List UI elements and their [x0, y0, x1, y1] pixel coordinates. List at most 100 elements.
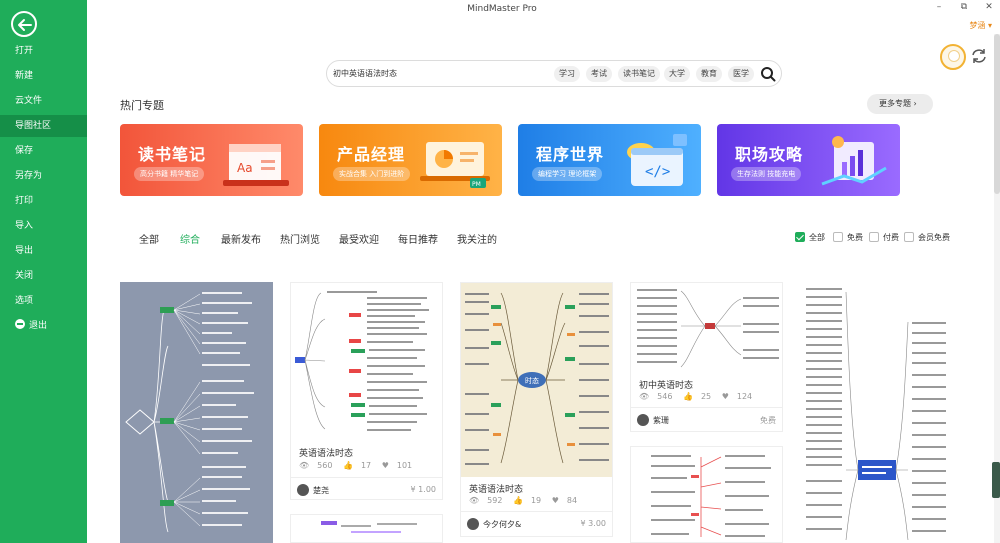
mindmap-thumbnail: [637, 289, 779, 368]
arrow-left-icon: [18, 19, 32, 31]
favs-count: 124: [736, 392, 753, 401]
card-author[interactable]: 楚尧: [297, 484, 329, 496]
mindmap-card[interactable]: 时态 英语语法时态 👁 592 👍 19 ♥ 84 今夕何夕& ¥ 3.00: [460, 282, 613, 537]
favs-count: 84: [566, 496, 578, 505]
card-stats: 👁 592 👍 19 ♥ 84: [469, 496, 585, 505]
filter-free-checkbox[interactable]: 免费: [833, 232, 863, 243]
minimize-button[interactable]: –: [932, 2, 946, 12]
sidebar-item-import[interactable]: 导入: [0, 215, 87, 237]
search-box[interactable]: 初中英语语法时态 学习 考试 读书笔记 大学 教育 医学: [326, 60, 782, 87]
search-icon[interactable]: [760, 66, 776, 82]
chevron-right-icon: ›: [913, 99, 917, 108]
heart-icon: ♥: [381, 461, 389, 470]
mindmap-thumbnail: [321, 521, 417, 533]
mindmap-card[interactable]: [120, 282, 273, 543]
mindmap-card[interactable]: [290, 514, 443, 543]
author-name: 今夕何夕&: [483, 520, 522, 529]
sidebar-item-save[interactable]: 保存: [0, 140, 87, 162]
card-price: 免费: [760, 416, 776, 425]
tab-comprehensive[interactable]: 综合: [180, 231, 200, 246]
close-button[interactable]: ✕: [982, 2, 996, 12]
search-tag[interactable]: 教育: [696, 66, 722, 82]
exit-icon: [15, 319, 25, 329]
tab-daily-pick[interactable]: 每日推荐: [398, 231, 438, 246]
mindmap-thumbnail: [806, 288, 946, 541]
filter-member-free-checkbox[interactable]: 会员免费: [904, 232, 950, 243]
views-count: 560: [317, 461, 333, 470]
banner-product-manager[interactable]: 产品经理 实战合集 入门到进阶 PM: [319, 124, 502, 196]
search-input[interactable]: 初中英语语法时态: [333, 68, 397, 79]
card-divider: [461, 511, 612, 512]
sidebar-item-community[interactable]: 导图社区: [0, 115, 87, 137]
mindmap-card[interactable]: [630, 446, 783, 543]
banner-career[interactable]: 职场攻略 生存法则 技能充电: [717, 124, 900, 196]
search-tag[interactable]: 读书笔记: [618, 66, 660, 82]
more-topics-label: 更多专题: [879, 99, 911, 108]
banner-title: 产品经理: [337, 145, 406, 164]
center-node-text: 时态: [525, 376, 539, 385]
views-icon: 👁: [299, 461, 310, 470]
search-tag[interactable]: 大学: [664, 66, 690, 82]
svg-text:</>: </>: [645, 164, 670, 180]
banner-title: 程序世界: [536, 145, 605, 164]
search-tag[interactable]: 医学: [728, 66, 754, 82]
sidebar-item-export[interactable]: 导出: [0, 240, 87, 262]
window-title: MindMaster Pro: [467, 4, 537, 14]
views-count: 592: [487, 496, 503, 505]
checkbox[interactable]: [869, 232, 879, 242]
author-avatar: [637, 414, 649, 426]
banner-reading-notes[interactable]: 读书笔记 高分书籍 精华笔记 Aa: [120, 124, 303, 196]
sidebar-item-cloud[interactable]: 云文件: [0, 90, 87, 112]
search-tag[interactable]: 考试: [586, 66, 612, 82]
app-window: 打开 新建 云文件 导图社区 保存 另存为 打印 导入 导出 关闭 选项 退出 …: [0, 0, 1000, 543]
card-author[interactable]: 今夕何夕&: [467, 518, 521, 530]
tab-latest[interactable]: 最新发布: [221, 231, 261, 246]
more-topics-button[interactable]: 更多专题 ›: [867, 94, 933, 114]
likes-count: 17: [360, 461, 372, 470]
side-widget[interactable]: [992, 462, 1000, 498]
card-price: ¥ 1.00: [410, 485, 436, 494]
refresh-icon[interactable]: [970, 47, 988, 65]
sidebar-item-save-as[interactable]: 另存为: [0, 165, 87, 187]
banner-subtitle: 生存法则 技能充电: [731, 167, 802, 181]
back-button[interactable]: [11, 11, 37, 37]
sidebar-item-print[interactable]: 打印: [0, 190, 87, 212]
author-avatar: [467, 518, 479, 530]
tab-following[interactable]: 我关注的: [457, 231, 497, 246]
favs-count: 101: [396, 461, 413, 470]
mindmap-card[interactable]: 英语语法时态 👁 560 👍 17 ♥ 101 楚尧 ¥ 1.00: [290, 282, 443, 500]
card-stats: 👁 546 👍 25 ♥ 124: [639, 392, 760, 401]
restore-button[interactable]: ⧉: [957, 2, 971, 12]
laptop-illustration-icon: PM: [420, 142, 490, 188]
card-author[interactable]: 紫珊: [637, 414, 669, 426]
sidebar-item-options[interactable]: 选项: [0, 290, 87, 312]
sidebar-item-exit[interactable]: 退出: [0, 315, 87, 337]
card-title: 英语语法时态: [469, 485, 524, 495]
filter-all-checkbox[interactable]: 全部: [795, 232, 825, 243]
scroll-thumb[interactable]: [994, 34, 1000, 194]
mindmap-card[interactable]: [800, 282, 950, 543]
card-title: 初中英语时态: [639, 381, 694, 391]
user-menu[interactable]: 梦涵 ▾: [969, 20, 992, 31]
checkbox-checked[interactable]: [795, 232, 805, 242]
checkbox-label: 会员免费: [918, 233, 950, 242]
tab-all[interactable]: 全部: [139, 231, 159, 246]
sidebar-item-open[interactable]: 打开: [0, 40, 87, 62]
heart-icon: ♥: [721, 392, 729, 401]
author-name: 楚尧: [313, 486, 329, 495]
book-illustration-icon: Aa: [223, 144, 289, 186]
search-tag[interactable]: 学习: [554, 66, 580, 82]
checkbox[interactable]: [833, 232, 843, 242]
section-title: 热门专题: [120, 99, 164, 112]
card-divider: [631, 407, 782, 408]
sidebar-item-new[interactable]: 新建: [0, 65, 87, 87]
avatar[interactable]: [940, 44, 966, 70]
mindmap-card[interactable]: 初中英语时态 👁 546 👍 25 ♥ 124 紫珊 免费: [630, 282, 783, 432]
tab-most-liked[interactable]: 最受欢迎: [339, 231, 379, 246]
filter-paid-checkbox[interactable]: 付费: [869, 232, 899, 243]
mindmap-thumbnail: 时态: [461, 283, 612, 477]
tab-hot-browse[interactable]: 热门浏览: [280, 231, 320, 246]
banner-programming[interactable]: 程序世界 编程学习 理论框架 </>: [518, 124, 701, 196]
checkbox[interactable]: [904, 232, 914, 242]
sidebar-item-close[interactable]: 关闭: [0, 265, 87, 287]
